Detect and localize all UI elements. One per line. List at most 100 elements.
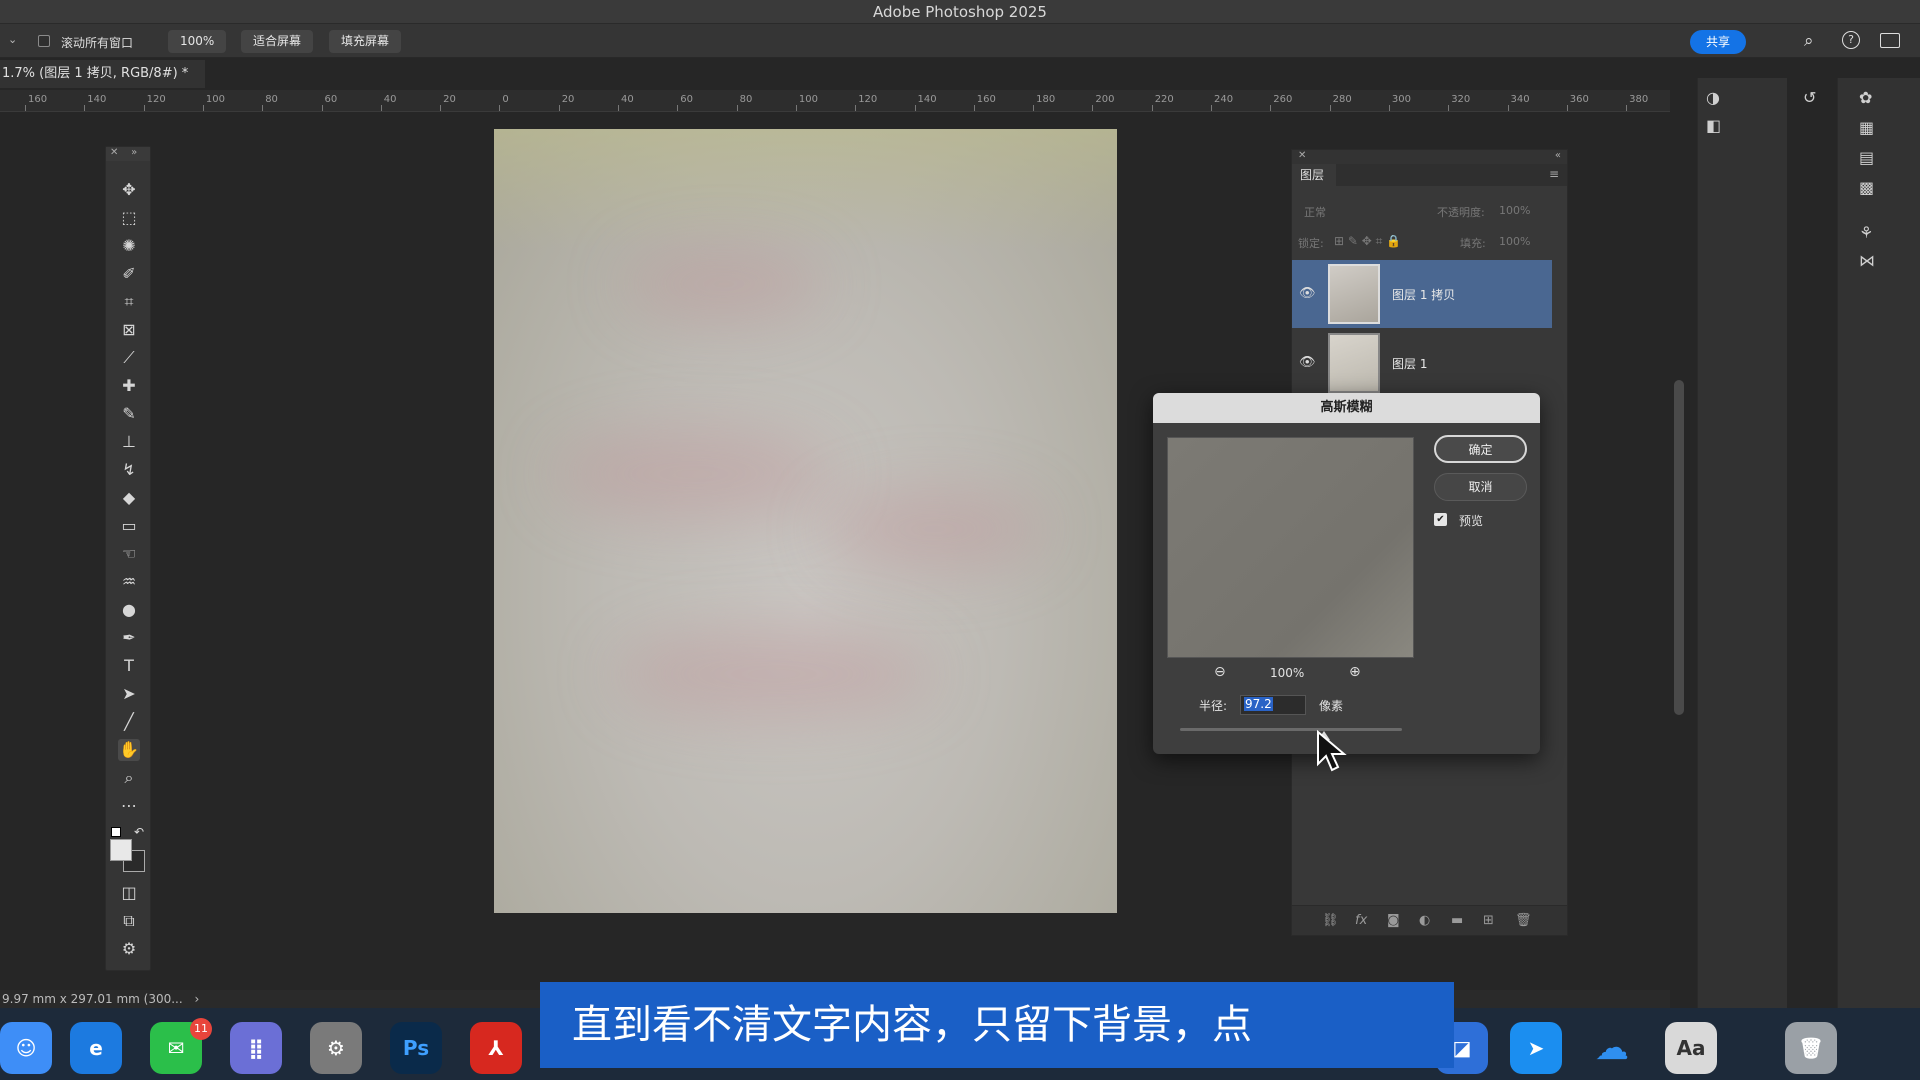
acrobat-icon[interactable]: ⅄ xyxy=(470,1022,522,1074)
pen-tool-icon[interactable]: ✒ xyxy=(118,627,140,649)
dictionary-icon[interactable]: Aa xyxy=(1665,1022,1717,1074)
document-tab[interactable]: 1.7% (图层 1 拷贝, RGB/8#) * xyxy=(0,60,205,88)
blur-preview[interactable] xyxy=(1167,437,1414,658)
move-tool-icon[interactable]: ✥ xyxy=(118,179,140,201)
channels-icon[interactable]: ⚘ xyxy=(1859,223,1873,242)
opacity-value[interactable]: 100% xyxy=(1499,204,1530,217)
finder-icon[interactable]: ☺ xyxy=(0,1022,52,1074)
marquee-tool-icon[interactable]: ⬚ xyxy=(118,207,140,229)
clone-stamp-tool-icon[interactable]: ⊥ xyxy=(118,431,140,453)
gradients-icon[interactable]: ▤ xyxy=(1859,148,1874,167)
patterns-icon[interactable]: ▩ xyxy=(1859,178,1874,197)
ruler-label: 80 xyxy=(739,94,753,105)
zoom-in-icon[interactable]: ⊕ xyxy=(1349,664,1361,680)
blur-tool-icon[interactable]: ♒ xyxy=(118,571,140,593)
brush-tool-icon[interactable]: ✎ xyxy=(118,403,140,425)
panel-menu-icon[interactable]: ≡ xyxy=(1549,167,1559,181)
color-icon[interactable]: ✿ xyxy=(1859,88,1872,107)
fx-icon[interactable]: fx xyxy=(1355,913,1367,928)
layers-tab-row: 图层 ≡ xyxy=(1292,164,1567,186)
eraser-tool-icon[interactable]: ◆ xyxy=(118,487,140,509)
screen-mode-icon[interactable]: ⧉ xyxy=(118,910,140,932)
ruler-tick xyxy=(1211,105,1212,111)
preview-checkbox[interactable]: ✔ xyxy=(1434,513,1447,526)
layers-panel-header: ✕ « xyxy=(1292,150,1567,164)
layer-row[interactable]: 👁 图层 1 xyxy=(1292,329,1552,397)
properties-icon[interactable]: ◧ xyxy=(1706,116,1721,135)
fill-value[interactable]: 100% xyxy=(1499,235,1530,248)
link-layers-icon[interactable]: ⛓ xyxy=(1322,913,1339,928)
zoom-tool-icon[interactable]: ⌕ xyxy=(118,767,140,789)
edit-toolbar-icon[interactable]: ⚙ xyxy=(118,938,140,960)
help-icon[interactable]: ? xyxy=(1842,31,1860,49)
dodge-tool-icon[interactable]: ● xyxy=(118,599,140,621)
foreground-color-swatch[interactable] xyxy=(110,839,132,861)
delete-layer-icon[interactable]: 🗑 xyxy=(1515,913,1532,928)
quick-mask-icon[interactable]: ◫ xyxy=(118,882,140,904)
new-layer-icon[interactable]: ⊞ xyxy=(1483,913,1494,928)
add-mask-icon[interactable]: ◙ xyxy=(1387,913,1400,928)
frame-tool-icon[interactable]: ⊠ xyxy=(118,319,140,341)
adjustment-layer-icon[interactable]: ◐ xyxy=(1419,913,1430,928)
spot-healing-tool-icon[interactable]: ✚ xyxy=(118,375,140,397)
fit-screen-button[interactable]: 适合屏幕 xyxy=(241,30,314,53)
eyedropper-tool-icon[interactable]: ⟋ xyxy=(118,347,140,369)
swap-colors-icon[interactable]: ↶ xyxy=(134,825,144,839)
default-colors-icon[interactable] xyxy=(111,827,121,837)
swatches-icon[interactable]: ▦ xyxy=(1859,118,1874,137)
new-group-icon[interactable]: ▬ xyxy=(1451,913,1463,928)
paths-icon[interactable]: ⋈ xyxy=(1859,251,1875,270)
opacity-label: 不透明度: xyxy=(1437,206,1485,219)
blend-mode-select[interactable]: 正常 xyxy=(1304,204,1326,220)
launchpad-icon[interactable]: ⣿ xyxy=(230,1022,282,1074)
radius-input[interactable]: 97.2 xyxy=(1240,695,1306,715)
share-button[interactable]: 共享 xyxy=(1690,30,1746,54)
scroll-all-windows-checkbox[interactable] xyxy=(38,35,50,47)
document-canvas[interactable] xyxy=(494,129,1117,913)
more-tools-icon[interactable]: ⋯ xyxy=(118,795,140,817)
fill-screen-button[interactable]: 填充屏幕 xyxy=(329,30,402,53)
photoshop-icon[interactable]: Ps xyxy=(390,1022,442,1074)
search-icon[interactable]: ⌕ xyxy=(1804,31,1814,51)
magic-wand-tool-icon[interactable]: ✺ xyxy=(118,235,140,257)
visibility-eye-icon[interactable]: 👁 xyxy=(1299,286,1316,301)
zoom-out-icon[interactable]: ⊖ xyxy=(1214,664,1226,680)
download-cloud-icon[interactable]: ☁ xyxy=(1586,1022,1638,1074)
radius-label: 半径: xyxy=(1199,699,1228,713)
adjustments-icon[interactable]: ◑ xyxy=(1706,88,1720,107)
feishu-icon[interactable]: ➤ xyxy=(1510,1022,1562,1074)
line-tool-icon[interactable]: ╱ xyxy=(118,711,140,733)
ruler-tick xyxy=(143,105,145,111)
radius-value: 97.2 xyxy=(1244,697,1273,711)
visibility-eye-icon[interactable]: 👁 xyxy=(1299,355,1316,370)
gradient-tool-icon[interactable]: ▭ xyxy=(118,515,140,537)
options-bar: ⌄ 滚动所有窗口 100% 适合屏幕 填充屏幕 xyxy=(0,24,1920,58)
close-panel-icon[interactable]: ✕ xyxy=(1298,150,1306,161)
history-icon[interactable]: ↺ xyxy=(1803,88,1816,107)
zoom-100-button[interactable]: 100% xyxy=(168,30,227,53)
canvas-scrollbar[interactable] xyxy=(1674,380,1684,715)
path-selection-tool-icon[interactable]: ➤ xyxy=(118,683,140,705)
status-chevron-icon[interactable]: › xyxy=(195,992,200,1006)
smudge-tool-icon[interactable]: ☜ xyxy=(118,543,140,565)
tool-preset-chevron-icon[interactable]: ⌄ xyxy=(8,33,17,46)
hand-tool-icon[interactable]: ✋ xyxy=(118,739,140,761)
history-brush-tool-icon[interactable]: ↯ xyxy=(118,459,140,481)
tab-layers[interactable]: 图层 xyxy=(1292,164,1336,186)
collapse-panel-icon[interactable]: « xyxy=(1555,150,1561,161)
ok-button[interactable]: 确定 xyxy=(1434,435,1527,463)
type-tool-icon[interactable]: T xyxy=(118,655,140,677)
ruler-label: 60 xyxy=(680,94,694,105)
crop-tool-icon[interactable]: ⌗ xyxy=(118,291,140,313)
system-settings-icon[interactable]: ⚙ xyxy=(310,1022,362,1074)
radius-slider[interactable] xyxy=(1180,728,1402,740)
lock-icons[interactable]: ⊞ ✎ ✥ ⌗ 🔒 xyxy=(1334,234,1401,249)
workspace-icon[interactable] xyxy=(1880,33,1900,48)
quick-select-tool-icon[interactable]: ✐ xyxy=(118,263,140,285)
layer-row-selected[interactable]: 👁 图层 1 拷贝 xyxy=(1292,260,1552,328)
edge-browser-icon[interactable]: e xyxy=(70,1022,122,1074)
layer-thumbnail xyxy=(1328,264,1380,324)
cancel-button[interactable]: 取消 xyxy=(1434,473,1527,501)
trash-icon[interactable]: 🗑 xyxy=(1785,1022,1837,1074)
ruler-tick xyxy=(1092,105,1094,111)
